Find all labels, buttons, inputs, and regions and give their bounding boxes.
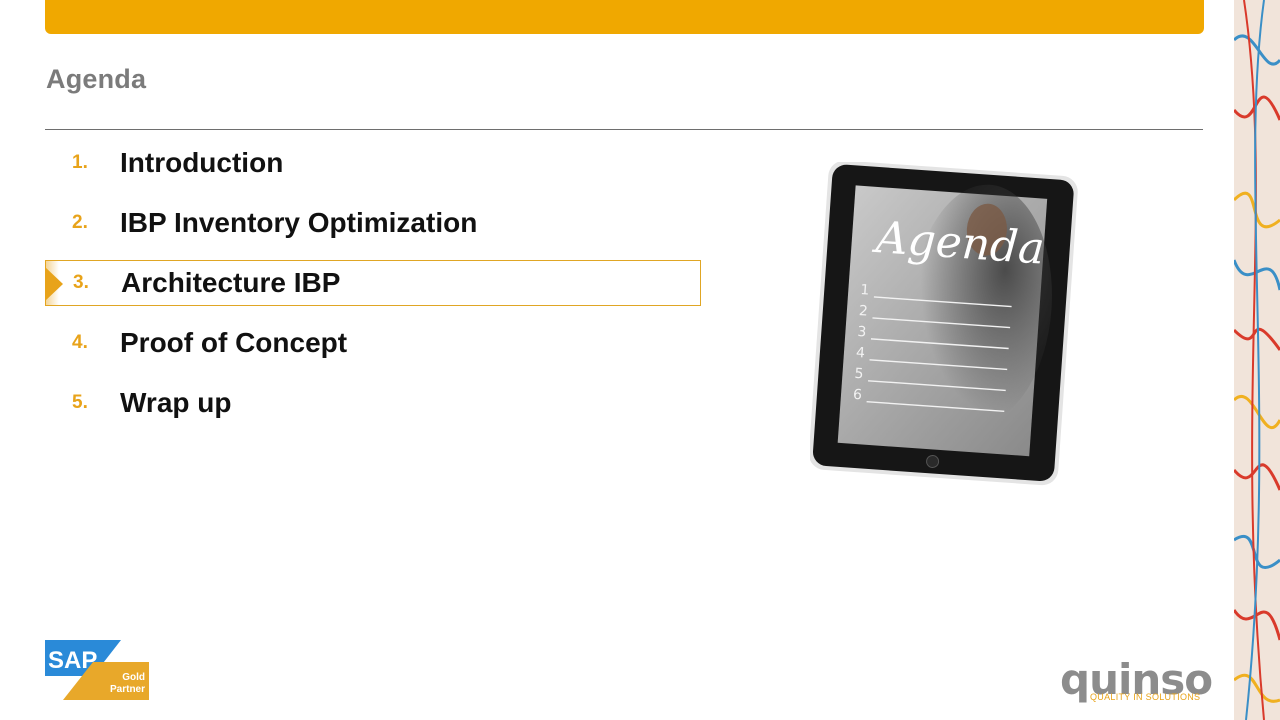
agenda-item-label: Wrap up	[120, 387, 232, 418]
tablet-line-number: 6	[852, 387, 862, 404]
agenda-item-architecture-ibp[interactable]: 3. Architecture IBP	[45, 260, 701, 306]
tablet-image: Agenda 1 2 3 4 5 6	[808, 160, 1078, 486]
agenda-item-number: 2.	[72, 212, 88, 233]
agenda-item-wrap-up[interactable]: 5. Wrap up	[45, 380, 705, 426]
quinso-logo-tagline: QUALITY IN SOLUTIONS	[1090, 692, 1201, 702]
tablet-line-number: 4	[855, 345, 865, 362]
agenda-item-introduction[interactable]: 1. Introduction	[45, 140, 705, 186]
sap-logo-brand: SAP	[48, 647, 97, 674]
agenda-item-number: 1.	[72, 152, 88, 173]
agenda-item-proof-of-concept[interactable]: 4. Proof of Concept	[45, 320, 705, 366]
quinso-logo: quinso QUALITY IN SOLUTIONS	[1060, 655, 1213, 707]
tablet-agenda-illustration: Agenda 1 2 3 4 5 6	[808, 160, 1080, 492]
title-divider	[45, 129, 1203, 130]
page-title: Agenda	[46, 64, 147, 94]
agenda-item-label: IBP Inventory Optimization	[120, 207, 478, 238]
agenda-item-ibp-inventory-optimization[interactable]: 2. IBP Inventory Optimization	[45, 200, 705, 246]
agenda-item-label: Introduction	[120, 147, 284, 178]
tablet-line-number: 3	[857, 324, 867, 341]
header-accent-bar	[45, 0, 1204, 34]
agenda-list: 1. Introduction 2. IBP Inventory Optimiz…	[45, 140, 705, 440]
tablet-line-number: 5	[854, 366, 864, 383]
decorative-side-image	[1234, 0, 1280, 720]
sap-logo-line2: Partner	[110, 684, 145, 695]
agenda-item-label: Architecture IBP	[121, 267, 341, 298]
tablet-line-number: 2	[858, 303, 868, 320]
tablet-line-number: 1	[860, 282, 870, 299]
sap-logo-line1: Gold	[122, 672, 145, 683]
active-arrow-icon	[45, 267, 63, 301]
agenda-item-label: Proof of Concept	[120, 327, 348, 358]
decorative-lines	[1234, 0, 1280, 720]
agenda-item-number: 4.	[72, 332, 88, 353]
sap-gold-partner-logo: SAP Gold Partner	[45, 640, 149, 700]
sap-logo-graphic: SAP Gold Partner	[45, 640, 149, 700]
agenda-item-number: 5.	[72, 392, 88, 413]
